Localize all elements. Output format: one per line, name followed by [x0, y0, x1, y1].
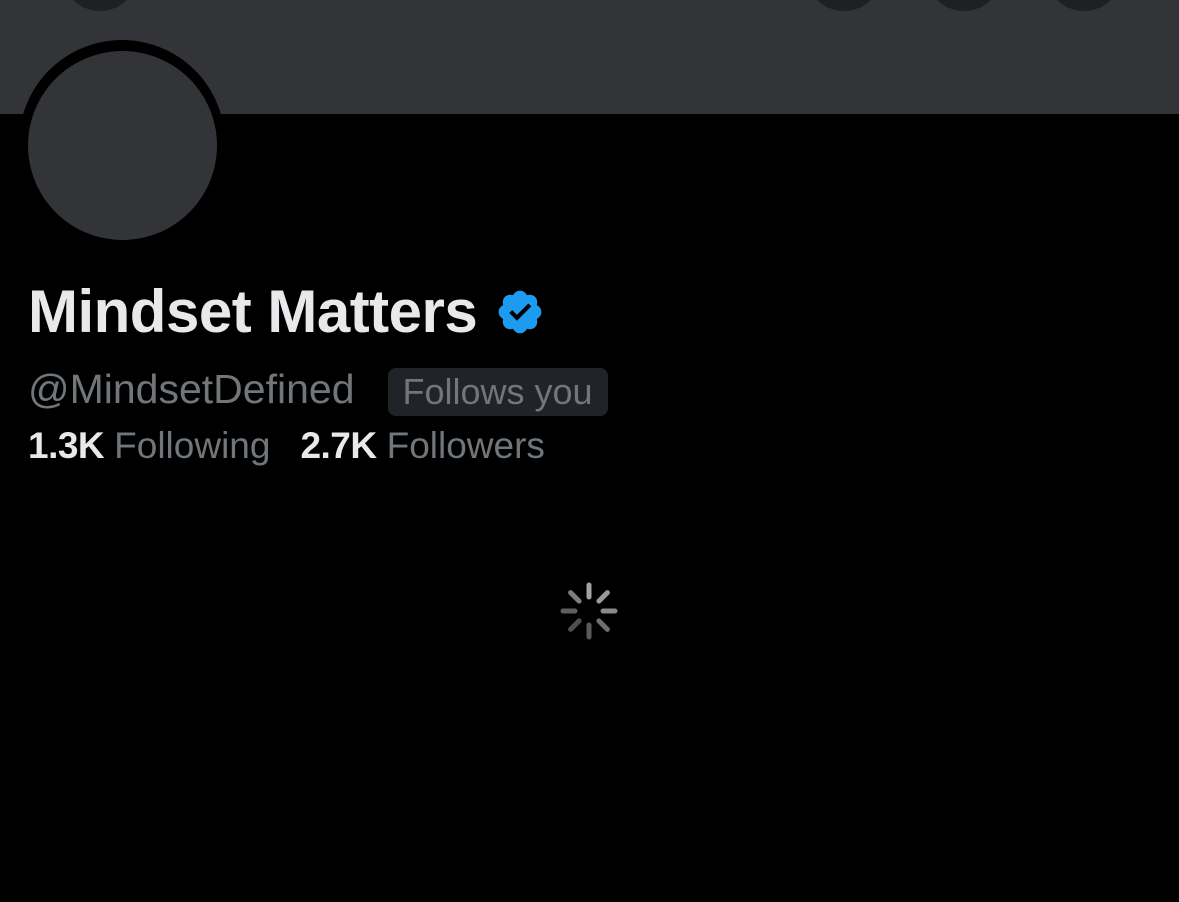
- loading-spinner-icon: [560, 582, 618, 640]
- follow-stats: 1.3K Following 2.7K Followers: [28, 425, 545, 467]
- name-row: Mindset Matters: [28, 276, 545, 348]
- display-name: Mindset Matters: [28, 278, 478, 345]
- follows-you-badge: Follows you: [387, 368, 608, 416]
- followers-count: 2.7K: [300, 425, 377, 466]
- following-label: Following: [114, 425, 271, 466]
- avatar[interactable]: [28, 51, 217, 240]
- profile-screen: Mindset Matters @MindsetDefined Follows …: [0, 0, 1179, 902]
- following-link[interactable]: 1.3K Following: [28, 425, 270, 467]
- verified-badge-icon[interactable]: [495, 287, 545, 337]
- handle-row: @MindsetDefined Follows you: [28, 362, 608, 416]
- following-count: 1.3K: [28, 425, 105, 466]
- followers-link[interactable]: 2.7K Followers: [300, 425, 544, 467]
- more-options-button[interactable]: [1046, 0, 1122, 11]
- banner-action-button[interactable]: [806, 0, 882, 11]
- user-handle: @MindsetDefined: [28, 366, 355, 412]
- banner-action-button[interactable]: [926, 0, 1002, 11]
- back-button[interactable]: [62, 0, 138, 11]
- followers-label: Followers: [386, 425, 545, 466]
